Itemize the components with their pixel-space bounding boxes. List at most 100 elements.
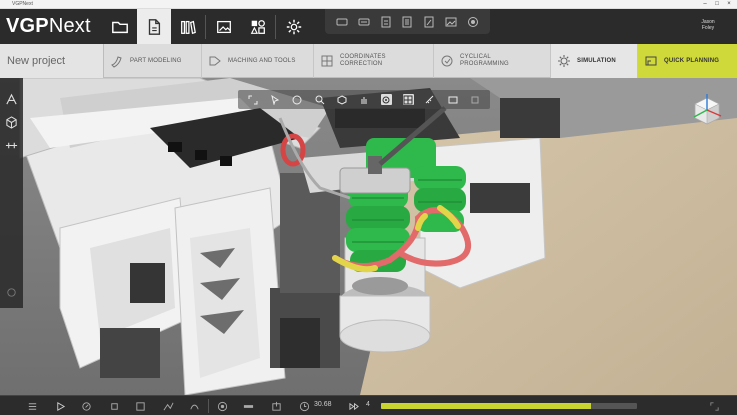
pause-button[interactable] xyxy=(108,400,120,412)
image-button[interactable] xyxy=(207,9,241,44)
record-icon[interactable] xyxy=(467,16,479,28)
project-name[interactable]: New project xyxy=(0,44,104,78)
cube-view-button[interactable] xyxy=(336,94,347,105)
clock-icon xyxy=(299,401,309,411)
cut-icon[interactable] xyxy=(336,16,348,28)
grid-button[interactable] xyxy=(402,94,414,105)
settings-button[interactable] xyxy=(277,9,311,44)
measure-view-button[interactable] xyxy=(425,94,436,105)
progress-fill xyxy=(381,403,591,409)
select-button[interactable] xyxy=(270,94,281,105)
panel-collapse-button[interactable] xyxy=(2,283,21,302)
new-document-button[interactable] xyxy=(137,9,171,44)
step-edit-button[interactable] xyxy=(80,400,92,412)
step-coordinates-correction[interactable]: Coordinates correction xyxy=(314,44,434,78)
stop-button[interactable] xyxy=(134,400,146,412)
zoom-icon xyxy=(315,95,324,104)
zoom-fit-button[interactable] xyxy=(248,94,259,105)
paste-icon[interactable] xyxy=(380,16,392,28)
zoom-button[interactable] xyxy=(314,94,325,105)
grid-icon xyxy=(403,95,413,104)
focus-button[interactable] xyxy=(380,94,392,105)
close-button[interactable]: × xyxy=(724,0,734,9)
time-readout: 30.68 xyxy=(314,401,332,408)
simulation-gear-icon xyxy=(558,55,570,67)
cube-outline-icon xyxy=(6,116,17,129)
play-icon xyxy=(56,401,65,411)
edit-icon[interactable] xyxy=(423,16,435,28)
record-button[interactable] xyxy=(216,400,228,412)
expand-icon xyxy=(709,401,719,411)
app-logo: VGPNext xyxy=(6,15,91,37)
simulation-progress-bar[interactable] xyxy=(381,403,637,409)
frame-icon xyxy=(471,96,479,103)
layout-button[interactable] xyxy=(241,9,275,44)
section-view-button[interactable] xyxy=(447,94,458,105)
maximize-button[interactable]: □ xyxy=(712,0,722,9)
pencil-icon xyxy=(81,401,91,411)
workflow-bar: New project Part modeling Maching and to… xyxy=(0,44,737,78)
path-button[interactable] xyxy=(162,400,174,412)
coordinates-icon xyxy=(321,55,333,67)
step-simulation[interactable]: Simulation xyxy=(551,44,638,78)
curve-icon xyxy=(189,404,199,409)
tools-icon xyxy=(209,56,221,66)
step-forward-button[interactable] xyxy=(188,400,200,412)
pause-icon xyxy=(110,402,118,410)
play-button[interactable] xyxy=(54,400,66,412)
step-part-modeling[interactable]: Part modeling xyxy=(104,44,202,78)
more-view-button[interactable] xyxy=(469,94,480,105)
shapes-icon xyxy=(250,19,265,34)
cycle-icon xyxy=(441,55,453,67)
user-last-name: Foley xyxy=(701,25,715,31)
list-view-button[interactable] xyxy=(26,400,38,412)
quick-tools-bar xyxy=(325,9,490,34)
sphere-icon xyxy=(292,95,302,104)
orbit-button[interactable] xyxy=(292,94,303,105)
main-toolbar: VGPNext Jason Foley xyxy=(0,9,737,44)
stop-icon xyxy=(135,401,145,411)
gear-icon xyxy=(286,19,302,34)
3d-viewport[interactable] xyxy=(0,78,737,395)
copy-icon[interactable] xyxy=(358,16,370,28)
library-button[interactable] xyxy=(171,9,205,44)
time-button[interactable] xyxy=(298,400,310,412)
step-readout: 4 xyxy=(366,401,370,408)
user-info[interactable]: Jason Foley xyxy=(690,19,726,31)
export-button[interactable] xyxy=(270,400,282,412)
quick-planning-icon xyxy=(645,56,657,66)
image-icon[interactable] xyxy=(445,16,457,28)
step-maching-tools[interactable]: Maching and tools xyxy=(202,44,314,78)
document-icon[interactable] xyxy=(401,16,413,28)
record-icon xyxy=(217,401,227,411)
navigation-cube[interactable] xyxy=(689,92,725,128)
part-modeling-icon xyxy=(111,56,122,68)
fast-forward-icon xyxy=(348,402,359,410)
timeline-separator xyxy=(208,399,209,413)
pointer-icon xyxy=(271,94,280,105)
step-cyclical-programming[interactable]: Cyclical programming xyxy=(434,44,551,78)
left-tool-panel xyxy=(0,78,23,308)
view-tool-button[interactable] xyxy=(2,90,21,109)
document-icon xyxy=(148,18,161,35)
open-folder-button[interactable] xyxy=(103,9,137,44)
image-icon xyxy=(217,20,231,33)
window-title-bar: VGPNext – □ × xyxy=(0,0,737,9)
export-icon xyxy=(271,401,281,411)
cube-icon xyxy=(337,94,347,105)
target-icon xyxy=(382,96,390,103)
pan-button[interactable] xyxy=(358,94,369,105)
folder-icon xyxy=(112,21,128,33)
toolbar-separator xyxy=(205,15,206,39)
measure-tool-button[interactable] xyxy=(2,136,21,155)
fullscreen-button[interactable] xyxy=(708,400,720,412)
measure-icon xyxy=(5,142,18,149)
step-quick-planning[interactable]: Quick planning xyxy=(638,44,737,78)
tube-view-button[interactable] xyxy=(242,400,254,412)
window-title: VGPNext xyxy=(12,1,33,7)
section-tool-button[interactable] xyxy=(2,113,21,132)
speed-button[interactable] xyxy=(348,400,360,412)
minimize-button[interactable]: – xyxy=(700,0,710,9)
viewport-toolbar xyxy=(238,90,490,109)
path-icon xyxy=(163,402,173,410)
